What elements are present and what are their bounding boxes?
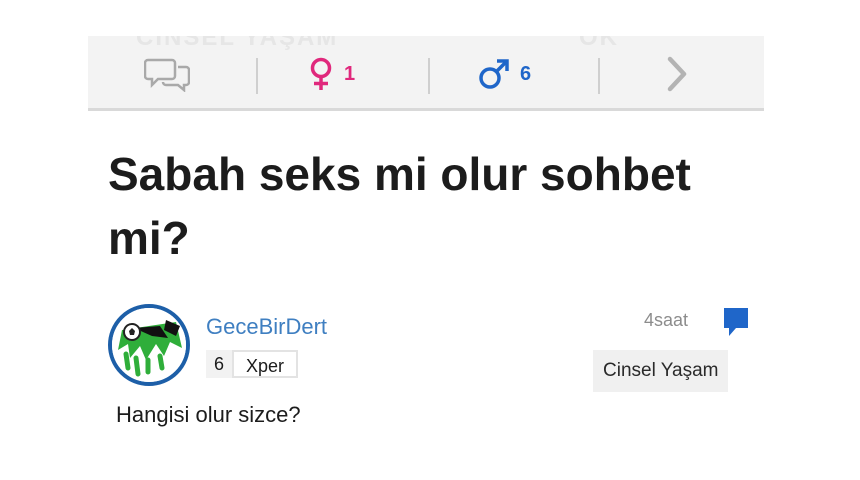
chevron-right-icon bbox=[667, 56, 687, 92]
next-button[interactable] bbox=[666, 56, 688, 92]
watermark-text-left: CİNSEL YAŞAM bbox=[136, 36, 339, 51]
category-tag[interactable]: Cinsel Yaşam bbox=[593, 350, 729, 392]
female-answers-count[interactable]: 1 bbox=[308, 57, 356, 90]
question-title: Sabah seks mi olur sohbet mi? bbox=[108, 148, 691, 264]
male-symbol-icon bbox=[479, 59, 509, 89]
soccer-ball-avatar-icon bbox=[112, 308, 186, 382]
male-count: 6 bbox=[520, 62, 532, 85]
stats-divider bbox=[428, 58, 430, 94]
author-username[interactable]: GeceBirDert bbox=[206, 314, 327, 340]
speech-bubbles-icon bbox=[144, 58, 190, 92]
user-level: 6 bbox=[214, 353, 225, 374]
stats-bar: CİNSEL YAŞAM OK 1 6 bbox=[88, 36, 764, 111]
watermark-text-right: OK bbox=[578, 36, 619, 51]
header-watermark: CİNSEL YAŞAM OK bbox=[136, 36, 619, 52]
female-symbol-icon bbox=[310, 57, 332, 90]
user-level-label: Xper bbox=[232, 350, 299, 378]
question-page: CİNSEL YAŞAM OK 1 6 Sabah seks mi olur s… bbox=[88, 36, 764, 480]
comments-button[interactable] bbox=[144, 58, 190, 92]
stats-divider bbox=[256, 58, 258, 94]
post-time: 4saat bbox=[644, 310, 689, 330]
user-avatar[interactable] bbox=[108, 304, 190, 386]
question-body: Hangisi olur sizce? bbox=[116, 402, 301, 427]
chat-bubble-icon[interactable] bbox=[722, 306, 750, 338]
user-level-badge: 6 Xper bbox=[206, 350, 299, 378]
stats-divider bbox=[598, 58, 600, 94]
male-answers-count[interactable]: 6 bbox=[478, 58, 531, 90]
screenshot-frame: CİNSEL YAŞAM OK 1 6 Sabah seks mi olur s… bbox=[0, 0, 860, 480]
female-count: 1 bbox=[344, 62, 356, 85]
